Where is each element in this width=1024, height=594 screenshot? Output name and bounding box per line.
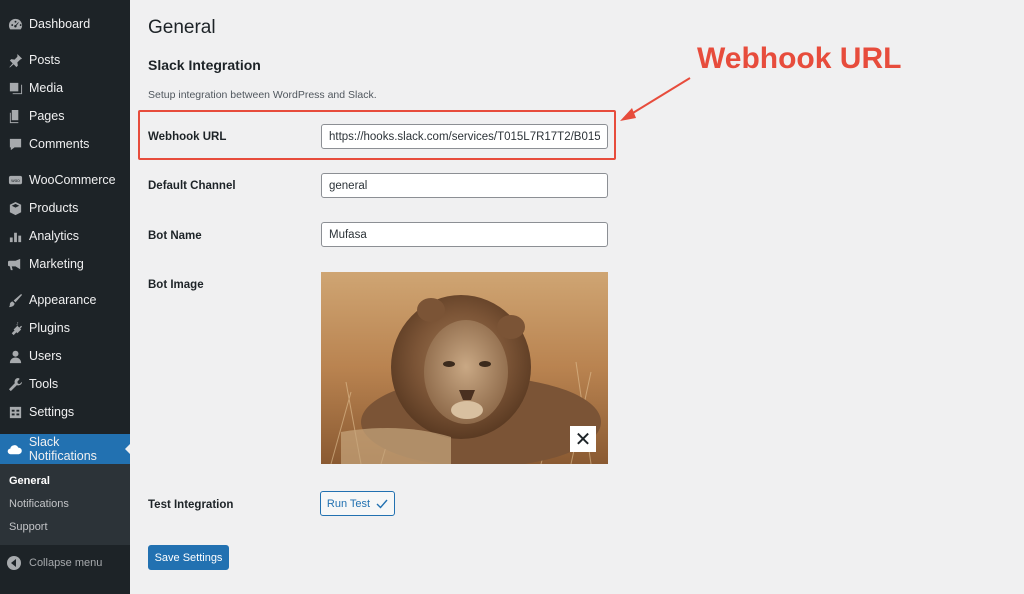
page-title: General [148, 17, 216, 38]
menu-item-plugins[interactable]: Plugins [0, 314, 130, 342]
bar-chart-icon [7, 228, 23, 244]
menu-label: Media [29, 81, 64, 95]
menu-item-media[interactable]: Media [0, 74, 130, 102]
menu-item-tools[interactable]: Tools [0, 370, 130, 398]
bot-name-label: Bot Name [148, 230, 202, 242]
default-channel-input[interactable] [321, 173, 608, 198]
brush-icon [7, 292, 23, 308]
menu-label: Pages [29, 109, 65, 123]
comment-icon [7, 136, 23, 152]
slack-submenu: General Notifications Support [0, 464, 130, 545]
test-integration-label: Test Integration [148, 499, 234, 511]
menu-label: Marketing [29, 257, 84, 271]
submenu-item-notifications[interactable]: Notifications [0, 493, 130, 516]
menu-separator [0, 426, 130, 434]
cloud-icon [7, 441, 23, 457]
plug-icon [7, 320, 23, 336]
menu-label: Products [29, 201, 79, 215]
menu-separator [0, 278, 130, 286]
settings-icon [7, 404, 23, 420]
pages-icon [7, 108, 23, 124]
menu-label: WooCommerce [29, 173, 116, 187]
menu-item-comments[interactable]: Comments [0, 130, 130, 158]
bot-image-label: Bot Image [148, 279, 204, 291]
admin-sidebar: Dashboard Posts Media Pages Comments woo… [0, 0, 131, 594]
menu-label: Settings [29, 405, 75, 419]
menu-item-woocommerce[interactable]: woo WooCommerce [0, 166, 130, 194]
default-channel-label: Default Channel [148, 180, 236, 192]
remove-image-button[interactable]: ✕ [570, 426, 596, 452]
menu-separator [0, 38, 130, 46]
bot-image-preview: ✕ [321, 272, 608, 464]
run-test-label: Run Test [326, 497, 371, 510]
webhook-url-label: Webhook URL [148, 131, 227, 143]
save-settings-button[interactable]: Save Settings [148, 545, 229, 570]
cube-icon [7, 200, 23, 216]
admin-menu: Dashboard Posts Media Pages Comments woo… [0, 0, 131, 464]
webhook-url-input[interactable] [321, 124, 608, 149]
svg-text:woo: woo [11, 177, 20, 182]
section-description: Setup integration between WordPress and … [148, 89, 377, 101]
menu-item-slack-notifications[interactable]: Slack Notifications [0, 434, 131, 464]
menu-label: Tools [29, 377, 59, 391]
close-icon: ✕ [574, 428, 592, 451]
pin-icon [7, 52, 23, 68]
user-icon [7, 348, 23, 364]
menu-item-dashboard[interactable]: Dashboard [0, 10, 130, 38]
menu-item-marketing[interactable]: Marketing [0, 250, 130, 278]
megaphone-icon [7, 256, 23, 272]
menu-item-users[interactable]: Users [0, 342, 130, 370]
section-title: Slack Integration [148, 57, 261, 73]
collapse-menu-button[interactable]: Collapse menu [0, 548, 130, 578]
menu-label: Posts [29, 53, 61, 67]
bot-name-input[interactable] [321, 222, 608, 247]
menu-label: Slack Notifications [28, 435, 97, 463]
menu-label: Users [29, 349, 62, 363]
menu-item-appearance[interactable]: Appearance [0, 286, 130, 314]
annotation-label: Webhook URL [697, 42, 902, 75]
run-test-button[interactable]: Run Test [320, 491, 395, 516]
menu-item-posts[interactable]: Posts [0, 46, 130, 74]
menu-label: Analytics [29, 229, 80, 243]
collapse-menu-label: Collapse menu [29, 557, 103, 569]
collapse-arrow-icon [7, 556, 21, 570]
menu-label: Plugins [29, 321, 70, 335]
menu-item-pages[interactable]: Pages [0, 102, 130, 130]
menu-label: Comments [29, 137, 90, 151]
check-icon [376, 499, 388, 509]
menu-item-settings[interactable]: Settings [0, 398, 130, 426]
dashboard-icon [7, 16, 23, 32]
submenu-item-general[interactable]: General [0, 470, 130, 493]
lion-photo [321, 272, 608, 464]
woo-icon: woo [7, 172, 23, 188]
menu-label: Appearance [29, 293, 97, 307]
submenu-item-support[interactable]: Support [0, 516, 130, 539]
menu-label: Dashboard [29, 17, 91, 31]
wrench-icon [7, 376, 23, 392]
menu-item-products[interactable]: Products [0, 194, 130, 222]
menu-separator [0, 158, 130, 166]
menu-item-analytics[interactable]: Analytics [0, 222, 130, 250]
media-icon [7, 80, 23, 96]
